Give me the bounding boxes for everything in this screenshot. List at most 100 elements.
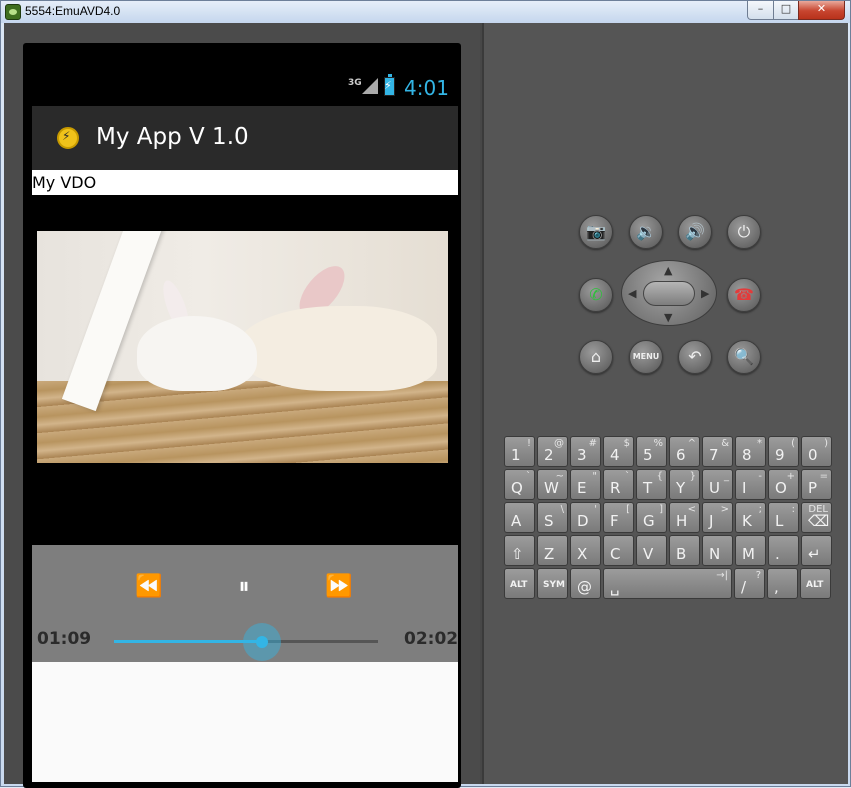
key-6[interactable]: 6 ^ <box>669 436 700 467</box>
dpad-down-icon[interactable]: ▼ <box>664 311 672 324</box>
key-0[interactable]: 0) <box>801 436 832 467</box>
key-@[interactable]: @ <box>570 568 601 599</box>
key-a[interactable]: A <box>504 502 535 533</box>
home-button[interactable]: ⌂ <box>579 340 613 374</box>
key-/[interactable]: /? <box>734 568 765 599</box>
key-label: F <box>610 512 619 530</box>
dpad-up-icon[interactable]: ▲ <box>664 264 672 277</box>
app-logo-icon[interactable] <box>57 127 79 149</box>
video-scene-rabbit <box>237 306 437 391</box>
minimize-button[interactable]: – <box>747 1 774 20</box>
dpad-right-icon[interactable]: ▶ <box>701 287 709 300</box>
key-label: Y <box>676 479 686 497</box>
video-scene-rabbit <box>137 316 257 391</box>
key-v[interactable]: V <box>636 535 667 566</box>
key-sym[interactable]: SYM <box>537 568 568 599</box>
key-d[interactable]: D ' <box>570 502 601 533</box>
key-4[interactable]: 4 $ <box>603 436 634 467</box>
key-h[interactable]: H < <box>669 502 700 533</box>
key-e[interactable]: E " <box>570 469 601 500</box>
video-frame[interactable] <box>37 231 448 463</box>
end-call-button[interactable]: ☎ <box>727 278 761 312</box>
key-o[interactable]: O + <box>768 469 799 500</box>
key-1[interactable]: 1! <box>504 436 535 467</box>
key-label: SYM <box>543 580 565 590</box>
rewind-button[interactable]: ⏪ <box>129 573 169 601</box>
key-alt-label: \ <box>560 504 564 515</box>
key-alt[interactable]: ALT <box>800 568 831 599</box>
key-⇧[interactable]: ⇧ <box>504 535 535 566</box>
signal-icon <box>362 78 378 94</box>
key-f[interactable]: F[ <box>603 502 634 533</box>
menu-button[interactable]: MENU <box>629 340 663 374</box>
seek-progress <box>114 640 262 643</box>
back-button[interactable]: ↶ <box>678 340 712 374</box>
key-3[interactable]: 3 # <box>570 436 601 467</box>
dpad-center-button[interactable] <box>643 281 695 306</box>
key-space[interactable]: ␣ →| <box>603 568 732 599</box>
key-label: , <box>774 578 779 596</box>
key-b[interactable]: B <box>669 535 700 566</box>
key-alt-label: ? <box>755 570 761 581</box>
key-label: C <box>610 545 621 563</box>
dpad[interactable]: ▲ ▼ ◀ ▶ <box>621 260 717 326</box>
key-q[interactable]: Q ` <box>504 469 535 500</box>
key-w[interactable]: W ~ <box>537 469 568 500</box>
key-c[interactable]: C <box>603 535 634 566</box>
pause-button[interactable]: ⏸ <box>224 573 264 601</box>
seek-bar[interactable] <box>114 623 378 661</box>
key-g[interactable]: G] <box>636 502 667 533</box>
key-,[interactable]: , <box>767 568 798 599</box>
call-button[interactable]: ✆ <box>579 278 613 312</box>
key-label: J <box>709 512 714 530</box>
key-r[interactable]: R ` <box>603 469 634 500</box>
key-m[interactable]: M <box>735 535 766 566</box>
key-k[interactable]: K; <box>735 502 766 533</box>
device-screen[interactable]: 3G 4:01 My App V 1.0 My VDO <box>28 66 460 784</box>
key-↵[interactable]: ↵ <box>801 535 832 566</box>
key-alt-label: _ <box>724 471 729 482</box>
camera-button[interactable]: 📷 <box>579 215 613 249</box>
volume-down-button[interactable]: 🔉 <box>629 215 663 249</box>
key-y[interactable]: Y} <box>669 469 700 500</box>
search-button[interactable]: 🔍 <box>727 340 761 374</box>
power-button[interactable]: ⏻ <box>727 215 761 249</box>
key-alt-label: ( <box>791 438 795 449</box>
key-alt-label: →| <box>716 570 728 581</box>
key-z[interactable]: Z <box>537 535 568 566</box>
key-alt-label: ~ <box>555 471 564 482</box>
key-5[interactable]: 5% <box>636 436 667 467</box>
app-title: My App V 1.0 <box>96 124 249 150</box>
key-p[interactable]: P = <box>801 469 832 500</box>
key-t[interactable]: T{ <box>636 469 667 500</box>
video-view[interactable] <box>28 195 460 545</box>
key-2[interactable]: 2 @ <box>537 436 568 467</box>
key-alt[interactable]: ALT <box>504 568 535 599</box>
title-bar[interactable]: 5554:EmuAVD4.0 – □ ✕ <box>1 1 850 23</box>
key-i[interactable]: I- <box>735 469 766 500</box>
key-s[interactable]: S \ <box>537 502 568 533</box>
key-x[interactable]: X <box>570 535 601 566</box>
fast-forward-button[interactable]: ⏩ <box>319 573 359 601</box>
key-l[interactable]: L: <box>768 502 799 533</box>
key-.[interactable]: . <box>768 535 799 566</box>
key-j[interactable]: J > <box>702 502 733 533</box>
key-8[interactable]: 8 * <box>735 436 766 467</box>
key-9[interactable]: 9( <box>768 436 799 467</box>
key-n[interactable]: N <box>702 535 733 566</box>
key-u[interactable]: U _ <box>702 469 733 500</box>
key-alt-label: ; <box>758 504 762 515</box>
dpad-left-icon[interactable]: ◀ <box>628 287 636 300</box>
maximize-button[interactable]: □ <box>773 1 799 20</box>
volume-up-button[interactable]: 🔊 <box>678 215 712 249</box>
key-label: K <box>742 512 752 530</box>
seek-thumb[interactable] <box>242 623 281 661</box>
window-title: 5554:EmuAVD4.0 <box>25 4 121 18</box>
key-alt-label: ` <box>526 471 531 482</box>
key-alt-label: > <box>720 504 729 515</box>
key-7[interactable]: 7 & <box>702 436 733 467</box>
key-⌫[interactable]: ⌫ DEL <box>801 502 832 533</box>
key-alt-label: & <box>721 438 729 449</box>
key-label: B <box>676 545 687 563</box>
close-button[interactable]: ✕ <box>798 1 845 20</box>
